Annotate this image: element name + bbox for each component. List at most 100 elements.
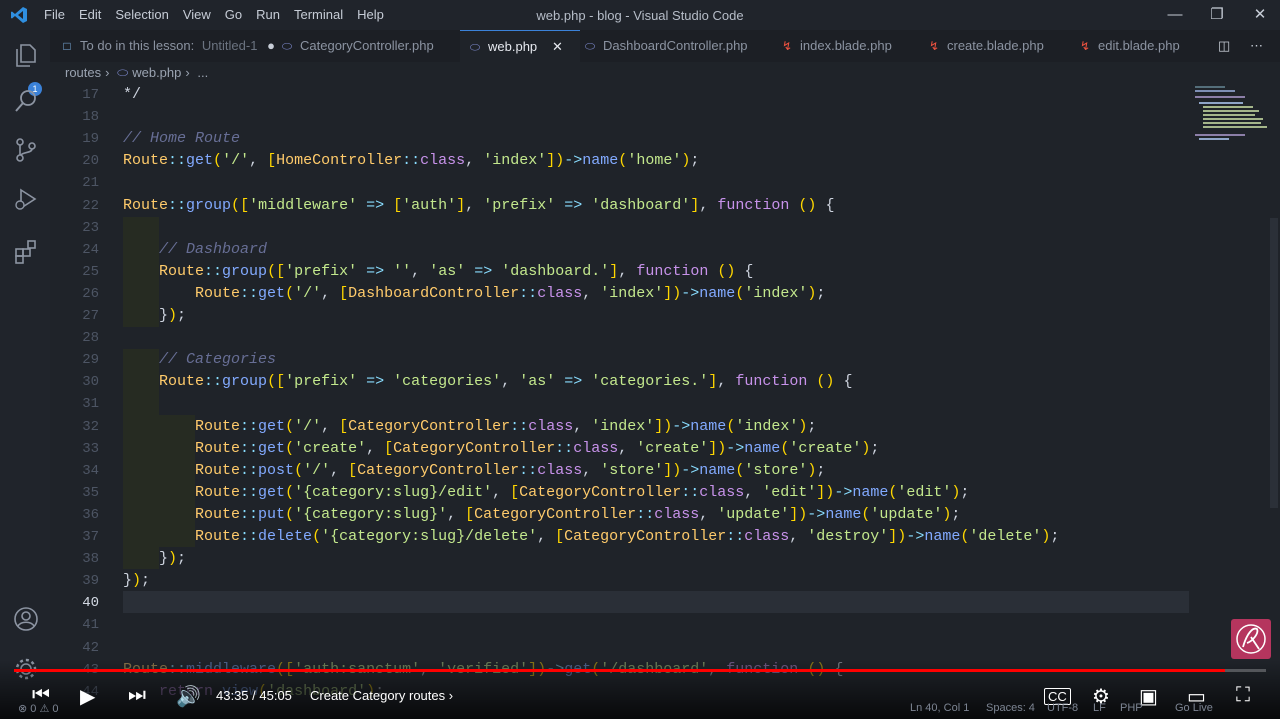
account-icon[interactable] (13, 606, 39, 632)
code-line: // Dashboard (123, 240, 268, 258)
menu-run[interactable]: Run (256, 7, 280, 22)
encoding[interactable]: UTF-8 (1047, 702, 1078, 714)
tab-index-blade[interactable]: ↯ index.blade.php (780, 30, 892, 62)
tab-label: index.blade.php (800, 38, 892, 53)
signature-logo-icon (1236, 624, 1266, 654)
line-number: 25 (82, 263, 99, 280)
menu-view[interactable]: View (183, 7, 211, 22)
line-number: 37 (82, 529, 99, 545)
code-line: // Home Route (123, 130, 241, 148)
code-line: }); (159, 550, 187, 568)
php-icon: ⬭ (584, 39, 596, 53)
split-editor-icon[interactable]: ◫ (1218, 30, 1230, 62)
tab-edit-blade[interactable]: ↯ edit.blade.php (1078, 30, 1180, 62)
code-line: Route::get('{category:slug}/edit', [Cate… (195, 483, 970, 501)
code-line: Route::group(['prefix' => 'categories', … (159, 373, 853, 391)
menu-selection[interactable]: Selection (115, 7, 168, 22)
code-line: }); (123, 572, 151, 590)
editor-tabs: □ To do in this lesson: Untitled-1 ● ⬭ Cat… (50, 30, 1280, 63)
code-line: Route::group(['prefix' => '', 'as' => 'd… (159, 262, 754, 280)
code-line: Route::post('/', [CategoryController::cl… (195, 461, 826, 479)
line-number: 18 (82, 109, 99, 126)
line-number: 33 (82, 440, 99, 457)
video-progress-bar[interactable] (14, 669, 1266, 672)
code-line: Route::get('create', [CategoryController… (195, 439, 880, 457)
title-bar: File Edit Selection View Go Run Terminal… (0, 0, 1280, 30)
tab-sublabel: Untitled-1 (201, 38, 258, 53)
menu-terminal[interactable]: Terminal (294, 7, 343, 22)
line-number: 36 (82, 506, 99, 523)
php-icon: ⬭ (281, 39, 293, 53)
tab-dashboardcontroller[interactable]: ⬭ DashboardController.php (583, 30, 748, 62)
line-number: 30 (82, 374, 99, 391)
tab-label: DashboardController.php (603, 38, 748, 53)
close-tab-icon[interactable]: ✕ (552, 31, 563, 63)
breadcrumb-routes[interactable]: routes (65, 65, 101, 80)
code-line: Route::put('{category:slug}', [CategoryC… (195, 505, 961, 523)
line-number: 32 (82, 418, 99, 435)
vertical-scrollbar[interactable] (1270, 218, 1278, 508)
code-line: */ (123, 86, 142, 103)
code-line: Route::get('/', [CategoryController::cla… (195, 417, 817, 435)
code-line: Route::group(['middleware' => ['auth'], … (123, 196, 835, 214)
problems-count[interactable]: ⊗ 0 ⚠ 0 (18, 702, 58, 715)
source-control-icon[interactable] (13, 137, 39, 163)
run-debug-icon[interactable] (13, 186, 39, 212)
line-number: 24 (82, 241, 99, 258)
minimap[interactable] (1195, 84, 1275, 154)
chevron-right-icon: › (105, 65, 110, 80)
tab-label: edit.blade.php (1098, 38, 1180, 53)
chevron-right-icon: › (185, 65, 190, 80)
channel-watermark-logo[interactable] (1231, 619, 1271, 659)
line-number: 22 (82, 197, 99, 214)
breadcrumb-file[interactable]: web.php (132, 65, 181, 80)
modified-dot-icon: ● (267, 38, 275, 53)
line-number: 38 (82, 551, 99, 568)
php-icon: ⬭ (117, 65, 129, 80)
language-mode[interactable]: PHP (1120, 702, 1143, 714)
line-number: 40 (82, 595, 99, 612)
tab-web-php[interactable]: ⬭ web.php ✕ (460, 30, 580, 63)
menu-file[interactable]: File (44, 7, 65, 22)
code-line: Route::get('/', [DashboardController::cl… (195, 284, 826, 302)
menu-help[interactable]: Help (357, 7, 384, 22)
line-number: 27 (82, 308, 99, 324)
vscode-logo-icon (11, 7, 27, 23)
menu-bar: File Edit Selection View Go Run Terminal… (44, 7, 398, 22)
line-number: 17 (82, 87, 99, 103)
code-editor[interactable]: 17 */1819 // Home Route20Route::get('/', [… (50, 84, 1280, 719)
line-number: 31 (82, 396, 99, 413)
more-actions-icon[interactable]: ⋯ (1250, 30, 1263, 62)
menu-edit[interactable]: Edit (79, 7, 101, 22)
line-number: 42 (82, 639, 99, 656)
minimize-icon[interactable]: — (1164, 4, 1186, 26)
tab-create-blade[interactable]: ↯ create.blade.php (927, 30, 1044, 62)
code-line: }); (159, 307, 187, 324)
indentation[interactable]: Spaces: 4 (986, 702, 1035, 714)
line-ending[interactable]: LF (1093, 702, 1106, 714)
tab-untitled-1[interactable]: □ To do in this lesson: Untitled-1 ● (60, 30, 275, 62)
restore-icon[interactable]: ❐ (1206, 4, 1228, 26)
line-number: 26 (82, 285, 99, 302)
line-number: 20 (82, 153, 99, 170)
search-icon[interactable] (13, 88, 39, 114)
status-bar: ⊗ 0 ⚠ 0 Ln 40, Col 1 Spaces: 4 UTF-8 LF … (0, 700, 1280, 719)
breadcrumb-symbol[interactable]: ... (197, 65, 208, 80)
tab-categorycontroller[interactable]: ⬭ CategoryController.php (280, 30, 434, 62)
code-line: Route::delete('{category:slug}/delete', … (195, 528, 1060, 545)
blade-icon: ↯ (781, 39, 793, 53)
file-icon: □ (63, 39, 71, 53)
blade-icon: ↯ (1079, 39, 1091, 53)
extensions-icon[interactable] (13, 238, 39, 264)
close-window-icon[interactable]: ✕ (1249, 4, 1271, 26)
explorer-icon[interactable] (13, 42, 39, 68)
line-number: 39 (82, 573, 99, 590)
cursor-position[interactable]: Ln 40, Col 1 (910, 702, 969, 714)
line-number: 21 (82, 175, 99, 192)
blade-icon: ↯ (928, 39, 940, 53)
go-live[interactable]: Go Live (1175, 702, 1213, 714)
line-number: 19 (82, 131, 99, 148)
activity-bar: 1 (0, 30, 50, 719)
menu-go[interactable]: Go (225, 7, 242, 22)
tab-label: To do in this lesson: (80, 38, 195, 53)
